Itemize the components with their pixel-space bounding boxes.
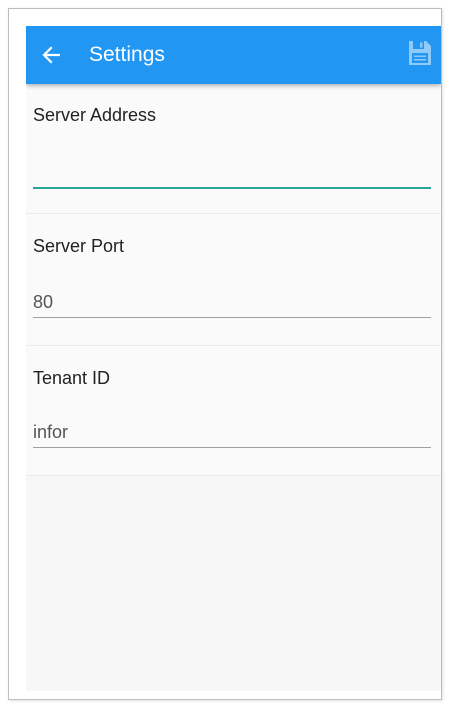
arrow-left-icon [42, 46, 60, 64]
server-address-input[interactable] [33, 154, 431, 188]
back-button[interactable] [36, 36, 66, 74]
server-port-section: Server Port [26, 214, 441, 346]
server-address-label: Server Address [33, 105, 157, 125]
page-title: Settings [89, 43, 165, 66]
app-bar: Settings [26, 26, 441, 84]
tenant-id-input[interactable] [33, 415, 431, 449]
tenant-id-label: Tenant ID [33, 368, 111, 388]
tenant-id-underline [33, 447, 431, 448]
settings-screen: Settings Server Address Server Port Tena… [26, 26, 441, 691]
server-port-input[interactable] [33, 285, 431, 319]
tenant-id-section: Tenant ID [26, 346, 441, 476]
server-address-underline [33, 187, 431, 189]
server-address-section: Server Address [26, 84, 441, 214]
server-port-underline [33, 317, 431, 318]
floppy-disk-icon [409, 41, 431, 65]
save-button[interactable] [405, 38, 435, 68]
server-port-label: Server Port [33, 236, 125, 256]
